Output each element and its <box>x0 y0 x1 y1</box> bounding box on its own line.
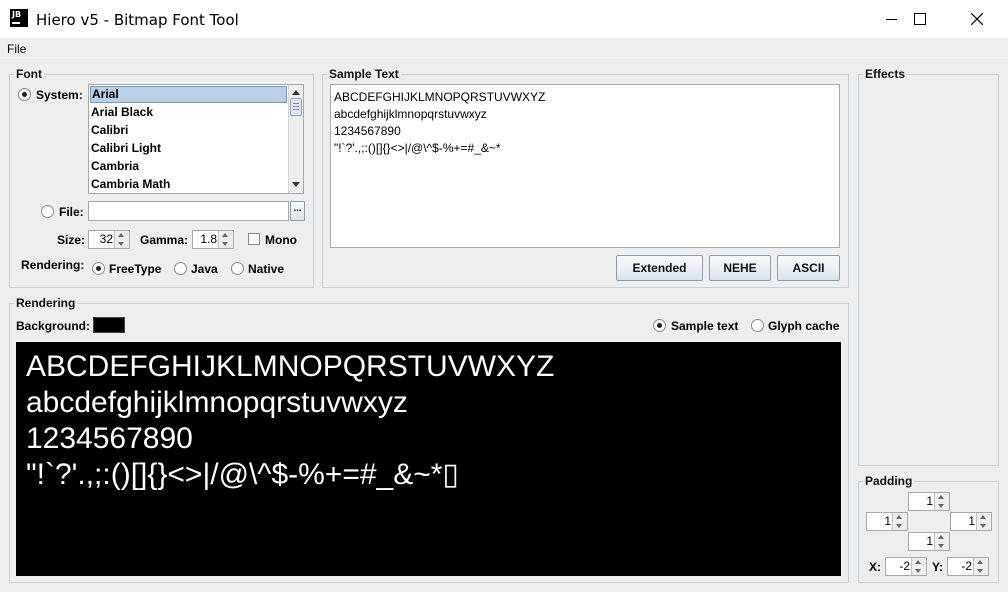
size-stepper-arrows-icon[interactable] <box>114 231 129 248</box>
maximize-button[interactable] <box>890 0 948 38</box>
rendering-freetype-radio[interactable] <box>92 262 105 275</box>
gamma-value: 1.8 <box>200 232 217 246</box>
sample-text-view-radio[interactable] <box>653 319 666 332</box>
mono-checkbox[interactable] <box>248 233 260 245</box>
glyph-cache-view-radio[interactable] <box>751 319 764 332</box>
font-list-item[interactable]: Cambria Math <box>90 176 288 193</box>
padding-left-value: 1 <box>884 514 891 528</box>
effects-group-title: Effects <box>863 67 908 81</box>
glyph-cache-view-label: Glyph cache <box>768 319 840 333</box>
padding-bottom-arrows-icon[interactable] <box>934 533 949 550</box>
rendering-mode-label: Rendering: <box>21 258 85 272</box>
rendering-freetype-label: FreeType <box>109 262 162 276</box>
padding-right-stepper[interactable]: 1 <box>950 512 992 531</box>
padding-bottom-stepper[interactable]: 1 <box>908 532 950 551</box>
size-label: Size: <box>57 233 86 247</box>
window-title: Hiero v5 - Bitmap Font Tool <box>36 11 239 29</box>
size-value: 32 <box>99 232 113 246</box>
font-list-item[interactable]: Arial <box>90 86 287 103</box>
scroll-up-icon[interactable] <box>291 88 301 96</box>
menu-file[interactable]: File <box>7 42 26 56</box>
gamma-stepper-arrows-icon[interactable] <box>218 231 233 248</box>
font-list-scrollbar[interactable] <box>288 85 303 193</box>
font-list-item[interactable]: Arial Black <box>90 104 288 121</box>
rendering-preview: ABCDEFGHIJKLMNOPQRSTUVWXYZ abcdefghijklm… <box>16 342 841 576</box>
size-stepper[interactable]: 32 <box>88 230 130 249</box>
rendering-native-label: Native <box>248 262 285 276</box>
font-group-title: Font <box>14 67 44 81</box>
padding-x-label: X: <box>869 560 881 574</box>
title-bar: JB Hiero v5 - Bitmap Font Tool <box>0 0 1008 38</box>
gamma-label: Gamma: <box>140 233 189 247</box>
padding-top-arrows-icon[interactable] <box>934 493 949 510</box>
file-font-label: File: <box>59 205 84 219</box>
extended-button[interactable]: Extended <box>616 255 703 281</box>
system-font-radio[interactable] <box>18 88 31 101</box>
padding-top-value: 1 <box>926 494 933 508</box>
sample-text-view-label: Sample text <box>671 319 739 333</box>
padding-bottom-value: 1 <box>926 534 933 548</box>
padding-y-stepper[interactable]: -2 <box>947 557 989 576</box>
browse-font-button[interactable]: ... <box>290 201 305 221</box>
close-icon <box>971 13 983 25</box>
effects-group: Effects <box>858 67 999 466</box>
menu-bar: File <box>0 38 1008 60</box>
scroll-thumb[interactable] <box>290 98 302 116</box>
padding-right-value: 1 <box>968 514 975 528</box>
padding-y-arrows-icon[interactable] <box>973 558 988 575</box>
ascii-button[interactable]: ASCII <box>777 255 840 281</box>
nehe-button[interactable]: NEHE <box>709 255 771 281</box>
close-button[interactable] <box>948 0 1006 38</box>
padding-top-stepper[interactable]: 1 <box>908 492 950 511</box>
system-font-label: System: <box>36 88 83 102</box>
padding-left-arrows-icon[interactable] <box>892 513 907 530</box>
font-list-item[interactable]: Calibri <box>90 122 288 139</box>
background-label: Background: <box>16 319 91 333</box>
padding-right-arrows-icon[interactable] <box>976 513 991 530</box>
padding-x-value: -2 <box>899 559 910 573</box>
padding-y-label: Y: <box>932 560 944 574</box>
padding-x-arrows-icon[interactable] <box>911 558 926 575</box>
padding-group-title: Padding <box>863 474 915 488</box>
background-color-swatch[interactable] <box>93 317 125 333</box>
font-list-item[interactable]: Calibri Light <box>90 140 288 157</box>
gamma-stepper[interactable]: 1.8 <box>192 230 234 249</box>
font-list[interactable]: Arial Arial Black Calibri Calibri Light … <box>88 84 304 194</box>
mono-label: Mono <box>265 233 297 247</box>
rendering-java-label: Java <box>191 262 218 276</box>
padding-x-stepper[interactable]: -2 <box>885 557 927 576</box>
rendering-group-title: Rendering <box>14 296 78 310</box>
scroll-down-icon[interactable] <box>291 181 301 189</box>
font-list-item[interactable]: Cambria <box>90 158 288 175</box>
rendering-java-radio[interactable] <box>174 262 187 275</box>
sample-text-area[interactable]: ABCDEFGHIJKLMNOPQRSTUVWXYZ abcdefghijklm… <box>330 84 840 248</box>
rendering-native-radio[interactable] <box>231 262 244 275</box>
app-logo-icon: JB <box>10 9 28 27</box>
font-file-input[interactable] <box>88 201 289 221</box>
sample-text-group-title: Sample Text <box>327 67 401 81</box>
padding-y-value: -2 <box>961 559 972 573</box>
padding-left-stepper[interactable]: 1 <box>866 512 908 531</box>
file-font-radio[interactable] <box>41 205 54 218</box>
maximize-icon <box>914 13 926 25</box>
